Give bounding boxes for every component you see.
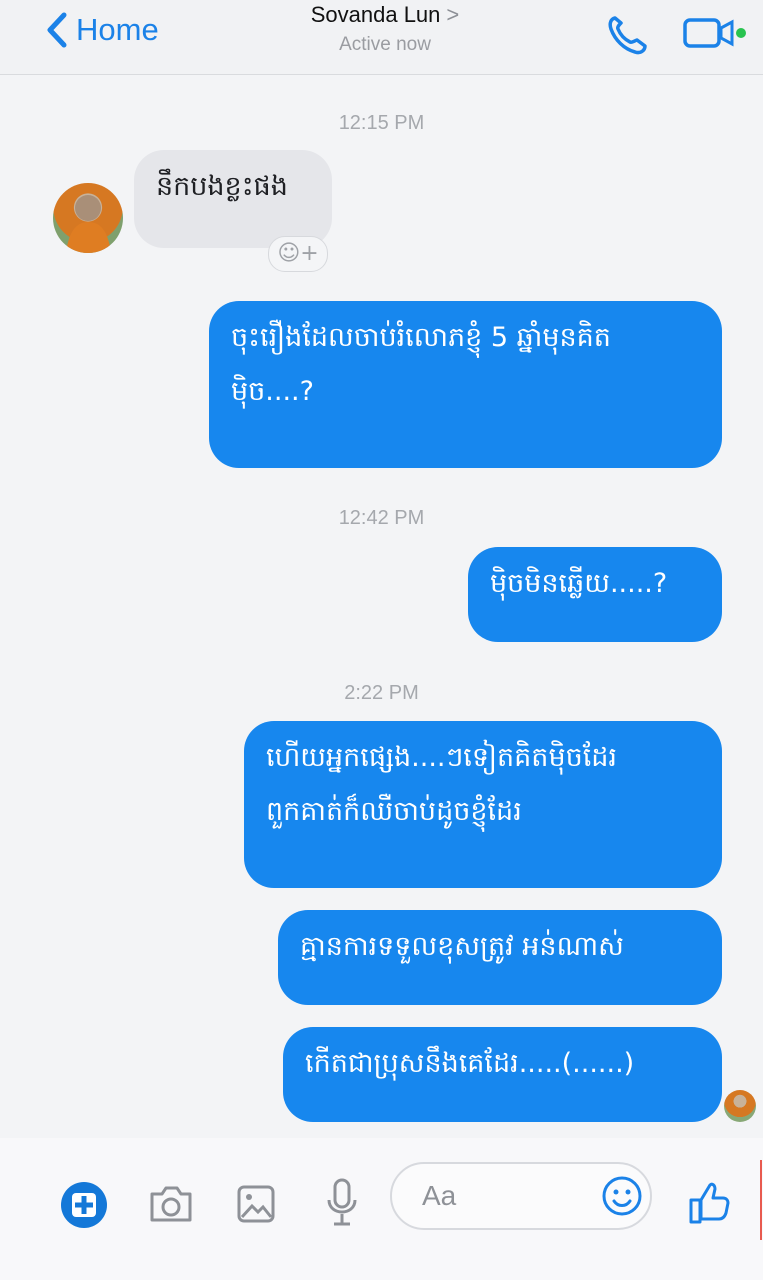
camera-icon[interactable] [146, 1182, 196, 1226]
active-status: Active now [339, 34, 431, 55]
message-text: គ្មានការទទួលខុសត្រូវ អន់ណាស់ [300, 931, 624, 962]
message-line: ម៉ិច....? [231, 376, 314, 407]
outgoing-message[interactable]: គ្មានការទទួលខុសត្រូវ អន់ណាស់ [278, 910, 722, 1005]
emoji-reaction-icon: ☺+ [277, 241, 319, 266]
outgoing-message[interactable]: កើតជាប្រុសនឹងគេដែរ.....(......) [283, 1027, 722, 1122]
outgoing-message[interactable]: ម៉ិចមិនឆ្លើយ.....? [468, 547, 722, 642]
microphone-icon[interactable] [321, 1176, 363, 1228]
contact-name: Sovanda Lun [310, 2, 441, 27]
back-label: Home [76, 12, 159, 47]
incoming-message[interactable]: នឹកបងខ្លះផង [134, 150, 332, 248]
message-timestamp: 12:15 PM [338, 112, 425, 134]
thumbs-up-icon[interactable] [683, 1178, 733, 1228]
chevron-left-icon [47, 12, 67, 48]
message-placeholder: Aa [422, 1180, 457, 1211]
video-camera-icon[interactable] [682, 16, 748, 50]
message-line: ហើយអ្នកផ្សេង....ៗទៀតគិតម៉ិចដែរ [266, 742, 617, 773]
phone-icon[interactable] [604, 14, 652, 56]
message-line: ចុះរឿងដែលចាប់រំលោភខ្ញុំ 5 ឆ្នាំមុនគិត [231, 322, 611, 353]
edge-marker [760, 1160, 762, 1240]
message-input[interactable]: Aa [390, 1162, 652, 1230]
message-timestamp: 2:22 PM [344, 682, 419, 704]
message-timestamp: 12:42 PM [338, 507, 425, 529]
back-button[interactable]: Home [44, 10, 159, 50]
conversation-header: Home Sovanda Lun > Active now [0, 0, 763, 75]
message-line: ពួកគាត់ក៏ឈឺចាប់ដូចខ្ញុំដែរ [266, 796, 522, 827]
message-composer: Aa [0, 1138, 763, 1280]
outgoing-message[interactable]: ហើយអ្នកផ្សេង....ៗទៀតគិតម៉ិចដែរ ពួកគាត់ក៏… [244, 721, 722, 888]
emoji-icon[interactable] [598, 1172, 646, 1220]
monk-avatar-icon [66, 195, 111, 253]
message-text: កើតជាប្រុសនឹងគេដែរ.....(......) [305, 1048, 635, 1079]
message-text: ម៉ិចមិនឆ្លើយ.....? [490, 568, 668, 599]
seen-avatar [724, 1090, 756, 1122]
reaction-button[interactable]: ☺+ [268, 236, 328, 272]
outgoing-message[interactable]: ចុះរឿងដែលចាប់រំលោភខ្ញុំ 5 ឆ្នាំមុនគិត ម៉… [209, 301, 722, 468]
contact-info[interactable]: Sovanda Lun > Active now [260, 0, 510, 56]
contact-avatar[interactable] [53, 183, 123, 253]
contact-chevron: > [446, 2, 460, 27]
photo-icon[interactable] [234, 1182, 278, 1226]
plus-icon[interactable] [59, 1180, 109, 1230]
incoming-message-text: នឹកបងខ្លះផង [156, 171, 288, 202]
